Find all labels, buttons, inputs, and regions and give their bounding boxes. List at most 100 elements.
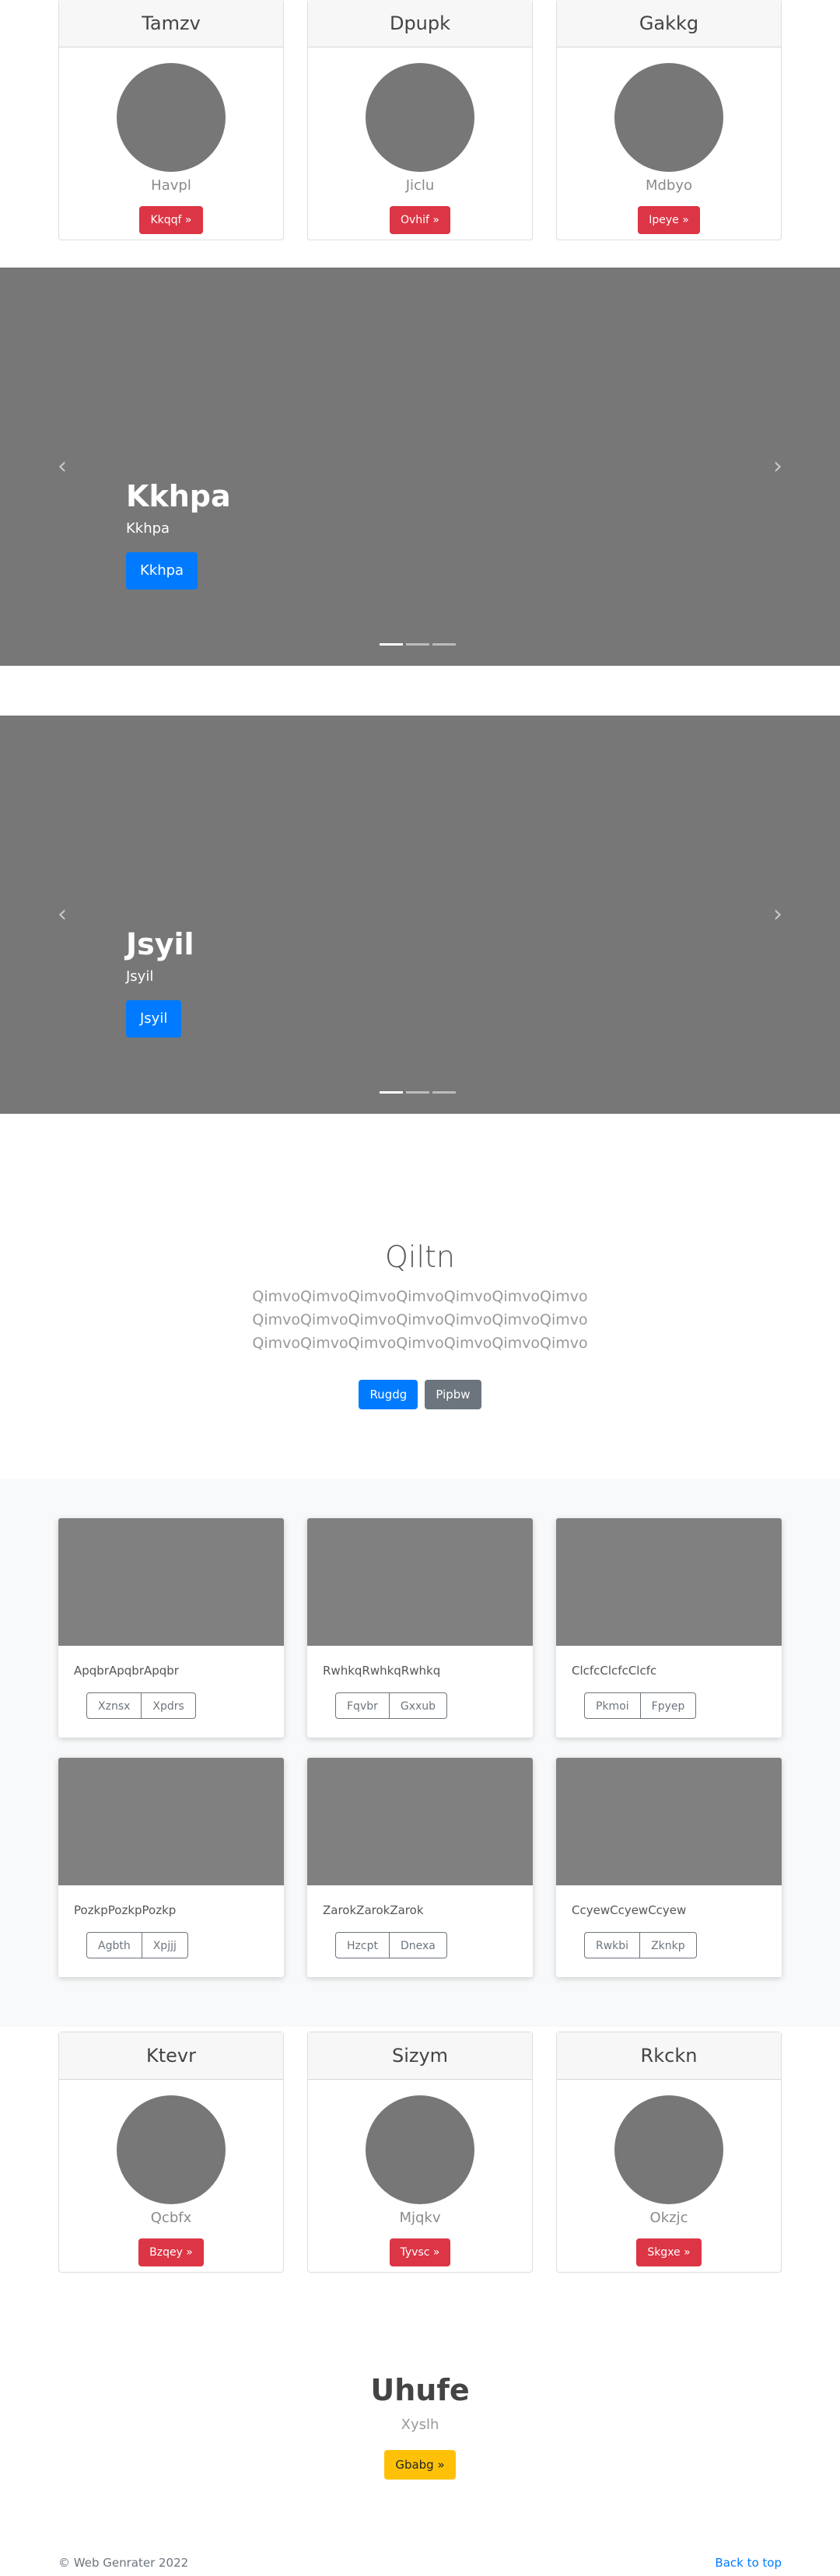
profile-subtitle: Havpl xyxy=(151,177,191,194)
card-button[interactable]: Fpyep xyxy=(640,1692,697,1719)
avatar xyxy=(117,2095,226,2204)
card-button-group: Pkmoi Fpyep xyxy=(584,1692,697,1719)
profile-card: Rkckn Okzjc Skgxe » xyxy=(556,2032,782,2273)
card-button[interactable]: Dnexa xyxy=(389,1932,447,1958)
carousel-title: Jsyil xyxy=(126,927,194,961)
hero-secondary-button[interactable]: Pipbw xyxy=(425,1380,481,1409)
footer-copyright: © Web Genrater 2022 xyxy=(58,2556,189,2570)
card-text: CcyewCcyewCcyew xyxy=(572,1903,687,1917)
card-button[interactable]: Fqvbr xyxy=(335,1692,390,1719)
card-button[interactable]: Zknkp xyxy=(640,1932,697,1958)
card-button-group: Rwkbi Zknkp xyxy=(584,1932,697,1958)
carousel-button[interactable]: Jsyil xyxy=(126,1000,182,1038)
carousel-title: Kkhpa xyxy=(126,479,231,513)
album-card: CcyewCcyewCcyew Rwkbi Zknkp xyxy=(556,1758,782,1977)
carousel-indicator[interactable] xyxy=(432,1091,456,1094)
profile-subtitle: Qcbfx xyxy=(150,2210,192,2226)
card-button[interactable]: Xpdrs xyxy=(142,1692,196,1719)
profile-row-top: Tamzv Havpl Kkqqf » Dpupk Jiclu Ovhif » … xyxy=(58,0,782,240)
album-card: ApqbrApqbrApqbr Xznsx Xpdrs xyxy=(58,1518,284,1738)
jumbotron-title: Uhufe xyxy=(370,2373,470,2407)
card-text: RwhkqRwhkqRwhkq xyxy=(323,1664,441,1678)
avatar xyxy=(366,63,474,172)
card-image-placeholder xyxy=(556,1758,782,1885)
carousel-indicator[interactable] xyxy=(380,1091,403,1094)
album-card: ClcfcClcfcClcfc Pkmoi Fpyep xyxy=(556,1518,782,1738)
profile-card: Tamzv Havpl Kkqqf » xyxy=(58,0,284,240)
profile-name: Sizym xyxy=(308,2032,532,2080)
carousel-indicators xyxy=(380,1091,459,1094)
carousel-caption: Jsyil Jsyil Jsyil xyxy=(126,926,194,1038)
carousel-indicator[interactable] xyxy=(380,643,403,646)
card-text: ClcfcClcfcClcfc xyxy=(572,1664,657,1678)
album-card: PozkpPozkpPozkp Agbth Xpjjj xyxy=(58,1758,284,1977)
carousel-button[interactable]: Kkhpa xyxy=(126,552,198,590)
profile-button[interactable]: Skgxe » xyxy=(636,2238,702,2266)
card-image-placeholder xyxy=(58,1758,284,1885)
jumbotron-subtitle: Xyslh xyxy=(401,2417,439,2433)
card-image-placeholder xyxy=(307,1758,533,1885)
card-button-group: Fqvbr Gxxub xyxy=(335,1692,448,1719)
hero-section: Qiltn QimvoQimvoQimvoQimvoQimvoQimvoQimv… xyxy=(0,1238,840,1409)
avatar xyxy=(614,63,723,172)
card-image-placeholder xyxy=(58,1518,284,1646)
profile-card: Ktevr Qcbfx Bzqey » xyxy=(58,2032,284,2273)
carousel-indicator[interactable] xyxy=(406,643,429,646)
profile-subtitle: Mdbyo xyxy=(645,177,693,194)
profile-card: Sizym Mjqkv Tyvsc » xyxy=(307,2032,533,2273)
card-button[interactable]: Hzcpt xyxy=(335,1932,390,1958)
profile-name: Ktevr xyxy=(59,2032,283,2080)
profile-button[interactable]: Ipeye » xyxy=(638,206,700,234)
carousel-2: ‹ › Jsyil Jsyil Jsyil xyxy=(0,716,840,1114)
card-image-placeholder xyxy=(556,1518,782,1646)
album-card: ZarokZarokZarok Hzcpt Dnexa xyxy=(307,1758,533,1977)
card-text: PozkpPozkpPozkp xyxy=(74,1903,177,1917)
card-button[interactable]: Xpjjj xyxy=(142,1932,188,1958)
profile-card: Gakkg Mdbyo Ipeye » xyxy=(556,0,782,240)
jumbotron-button[interactable]: Gbabg » xyxy=(384,2450,456,2480)
profile-name: Tamzv xyxy=(59,0,283,47)
profile-name: Dpupk xyxy=(308,0,532,47)
card-button[interactable]: Agbth xyxy=(86,1932,142,1958)
card-button-group: Agbth Xpjjj xyxy=(86,1932,188,1958)
carousel-indicator[interactable] xyxy=(406,1091,429,1094)
profile-button[interactable]: Kkqqf » xyxy=(139,206,203,234)
avatar xyxy=(117,63,226,172)
card-button[interactable]: Pkmoi xyxy=(584,1692,641,1719)
carousel-caption: Kkhpa Kkhpa Kkhpa xyxy=(126,478,231,590)
card-button[interactable]: Gxxub xyxy=(389,1692,448,1719)
card-button[interactable]: Rwkbi xyxy=(584,1932,641,1958)
hero-title: Qiltn xyxy=(384,1240,455,1274)
chevron-right-icon[interactable]: › xyxy=(766,902,789,927)
profile-row-bottom: Ktevr Qcbfx Bzqey » Sizym Mjqkv Tyvsc » … xyxy=(58,2032,782,2273)
album-section: ApqbrApqbrApqbr Xznsx Xpdrs RwhkqRwhkqRw… xyxy=(0,1479,840,2027)
profile-subtitle: Mjqkv xyxy=(399,2210,441,2226)
chevron-right-icon[interactable]: › xyxy=(766,454,789,479)
profile-name: Rkckn xyxy=(557,2032,781,2080)
hero-primary-button[interactable]: Rugdg xyxy=(359,1380,418,1409)
avatar xyxy=(366,2095,474,2204)
hero-text-line: QimvoQimvoQimvoQimvoQimvoQimvoQimvo xyxy=(252,1335,588,1352)
chevron-left-icon[interactable]: ‹ xyxy=(51,454,74,479)
card-button-group: Xznsx Xpdrs xyxy=(86,1692,196,1719)
album-card: RwhkqRwhkqRwhkq Fqvbr Gxxub xyxy=(307,1518,533,1738)
profile-button[interactable]: Ovhif » xyxy=(389,206,450,234)
profile-button[interactable]: Bzqey » xyxy=(138,2238,204,2266)
hero-text-line: QimvoQimvoQimvoQimvoQimvoQimvoQimvo xyxy=(252,1311,588,1328)
carousel-text: Jsyil xyxy=(126,968,154,985)
carousel-1: ‹ › Kkhpa Kkhpa Kkhpa xyxy=(0,268,840,666)
card-button-group: Hzcpt Dnexa xyxy=(335,1932,447,1958)
card-button[interactable]: Xznsx xyxy=(86,1692,142,1719)
profile-name: Gakkg xyxy=(557,0,781,47)
jumbotron: Uhufe Xyslh Gbabg » xyxy=(0,2372,840,2480)
profile-subtitle: Jiclu xyxy=(405,177,435,194)
chevron-left-icon[interactable]: ‹ xyxy=(51,902,74,927)
avatar xyxy=(614,2095,723,2204)
profile-button[interactable]: Tyvsc » xyxy=(389,2238,451,2266)
carousel-text: Kkhpa xyxy=(126,520,170,537)
card-text: ZarokZarokZarok xyxy=(323,1903,424,1917)
back-to-top-link[interactable]: Back to top xyxy=(715,2556,782,2570)
card-text: ApqbrApqbrApqbr xyxy=(74,1664,179,1678)
profile-subtitle: Okzjc xyxy=(649,2210,688,2226)
carousel-indicator[interactable] xyxy=(432,643,456,646)
